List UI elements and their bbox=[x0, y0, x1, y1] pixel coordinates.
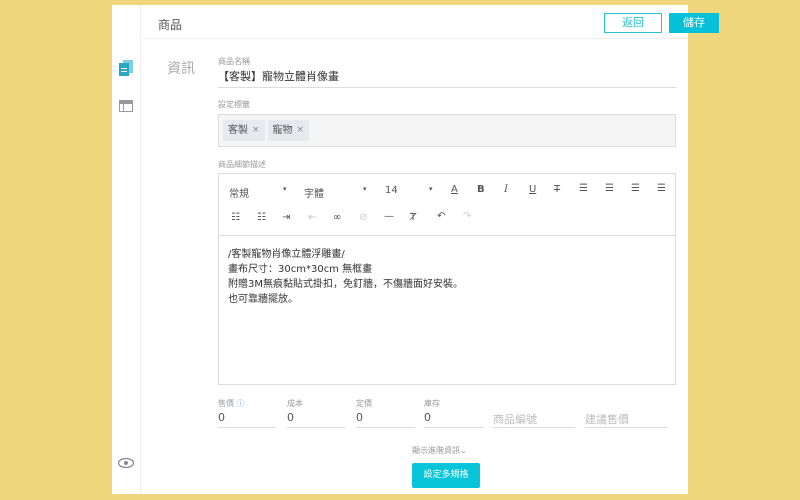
save-button[interactable]: 儲存 bbox=[669, 13, 719, 33]
section-title: 資訊 bbox=[167, 61, 195, 77]
content-line: /客製寵物肖像立體浮雕畫/ bbox=[228, 249, 345, 260]
strikethrough-icon[interactable]: T bbox=[554, 184, 560, 195]
cost-input[interactable]: 0 bbox=[287, 408, 346, 428]
page-title: 商品 bbox=[158, 18, 183, 32]
chevron-down-icon: ▾ bbox=[363, 185, 367, 193]
ordered-list-icon[interactable]: ☷ bbox=[257, 212, 266, 223]
multi-spec-button[interactable]: 設定多規格 bbox=[412, 463, 480, 488]
price-input[interactable]: 0 bbox=[218, 408, 276, 428]
horizontal-rule-icon[interactable]: — bbox=[384, 211, 394, 222]
remove-tag-icon[interactable]: × bbox=[252, 120, 260, 141]
align-justify-icon[interactable]: ☰ bbox=[657, 183, 666, 194]
content-line: 也可靠牆擺放。 bbox=[228, 294, 298, 305]
tags-label: 設定標籤 bbox=[218, 100, 250, 109]
document-icon[interactable] bbox=[117, 59, 135, 77]
layout-icon[interactable] bbox=[117, 97, 135, 115]
header: 商品 返回 儲存 bbox=[142, 5, 719, 39]
content-line: 畫布尺寸：30cm*30cm 無框畫 bbox=[228, 264, 373, 275]
align-right-icon[interactable]: ☰ bbox=[631, 183, 640, 194]
text-color-icon[interactable]: A bbox=[451, 184, 458, 195]
sku-input[interactable]: 商品編號 bbox=[493, 408, 575, 428]
chevron-down-icon: ▾ bbox=[283, 185, 287, 193]
back-button[interactable]: 返回 bbox=[604, 13, 662, 33]
tag-chip: 客製 × bbox=[223, 120, 265, 141]
clear-format-icon[interactable]: Ⱦ bbox=[410, 212, 416, 223]
eye-icon[interactable] bbox=[117, 454, 135, 472]
align-left-icon[interactable]: ☰ bbox=[579, 183, 588, 194]
show-advanced-link[interactable]: 顯示進階資訊⌄ bbox=[412, 445, 467, 456]
bullet-list-icon[interactable]: ☷ bbox=[231, 212, 240, 223]
format-select[interactable]: 常規 bbox=[229, 185, 249, 200]
tag-chip: 寵物 × bbox=[267, 120, 310, 141]
redo-icon[interactable]: ↷ bbox=[463, 211, 471, 222]
help-icon[interactable]: ⓘ bbox=[237, 399, 245, 408]
outdent-icon[interactable]: ⇤ bbox=[308, 212, 316, 223]
sidebar bbox=[112, 5, 141, 494]
chevron-down-icon: ▾ bbox=[429, 185, 433, 193]
chevron-down-icon: ⌄ bbox=[460, 446, 467, 455]
undo-icon[interactable]: ↶ bbox=[437, 211, 445, 222]
list-price-input[interactable]: 0 bbox=[356, 408, 415, 428]
bold-icon[interactable]: B bbox=[477, 184, 485, 195]
remove-tag-icon[interactable]: × bbox=[297, 120, 305, 141]
content-line: 附贈3M無痕黏貼式掛扣，免釘牆，不傷牆面好安裝。 bbox=[228, 279, 463, 290]
product-editor-panel: 商品 返回 儲存 資訊 商品名稱 【客製】寵物立體肖像畫 設定標籤 客製 × 寵物… bbox=[112, 5, 719, 494]
editor-content[interactable]: /客製寵物肖像立體浮雕畫/ 畫布尺寸：30cm*30cm 無框畫 附贈3M無痕黏… bbox=[219, 236, 675, 318]
product-name-label: 商品名稱 bbox=[218, 57, 250, 66]
tag-label: 客製 bbox=[228, 125, 248, 136]
link-icon[interactable]: ∞ bbox=[333, 212, 341, 223]
unlink-icon[interactable]: ⊘ bbox=[359, 212, 367, 223]
align-center-icon[interactable]: ☰ bbox=[605, 183, 614, 194]
underline-icon[interactable]: U bbox=[529, 184, 536, 195]
rich-text-editor: 常規 ▾ 字體 ▾ 14 ▾ A B I U T ☰ ☰ ☰ ☰ ☷ ☷ ⇥ ⇤… bbox=[218, 173, 676, 385]
font-select[interactable]: 字體 bbox=[304, 185, 324, 200]
editor-toolbar: 常規 ▾ 字體 ▾ 14 ▾ A B I U T ☰ ☰ ☰ ☰ ☷ ☷ ⇥ ⇤… bbox=[219, 174, 675, 236]
size-select[interactable]: 14 bbox=[385, 185, 398, 196]
product-name-input[interactable]: 【客製】寵物立體肖像畫 bbox=[218, 68, 676, 88]
stock-input[interactable]: 0 bbox=[424, 408, 484, 428]
tags-input[interactable]: 客製 × 寵物 × bbox=[218, 114, 676, 147]
tag-label: 寵物 bbox=[272, 125, 293, 136]
italic-icon[interactable]: I bbox=[504, 184, 508, 195]
suggested-price-input[interactable]: 建議售價 bbox=[585, 408, 667, 428]
indent-icon[interactable]: ⇥ bbox=[282, 212, 290, 223]
description-label: 商品細節描述 bbox=[218, 160, 266, 169]
